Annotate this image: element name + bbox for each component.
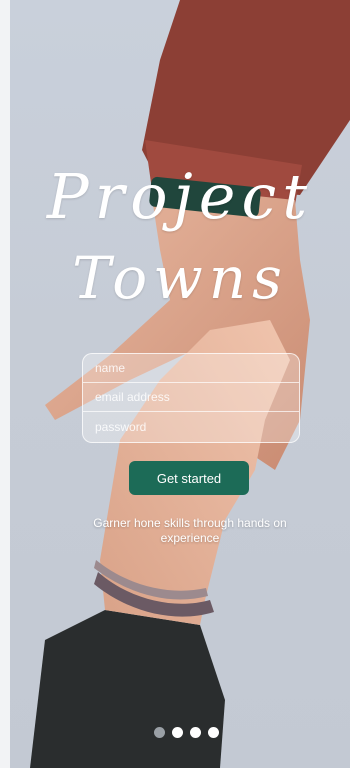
page-dot-2[interactable] <box>172 727 183 738</box>
signup-form <box>82 353 300 443</box>
app-title-line2: Towns <box>72 244 288 312</box>
dark-sleeve <box>30 610 225 768</box>
name-input[interactable] <box>83 354 299 383</box>
page-dot-3[interactable] <box>190 727 201 738</box>
app-title-line1: Project <box>46 160 314 233</box>
email-input[interactable] <box>83 383 299 412</box>
get-started-button[interactable]: Get started <box>129 461 249 495</box>
right-frame-edge <box>350 0 356 768</box>
page-dot-1[interactable] <box>154 727 165 738</box>
onboarding-screen: Project Towns Get started Garner hone sk… <box>10 0 350 768</box>
page-indicator <box>154 727 219 739</box>
password-input[interactable] <box>83 412 299 442</box>
page-dot-4[interactable] <box>208 727 219 738</box>
tagline-text: Garner hone skills through hands on expe… <box>93 516 287 545</box>
